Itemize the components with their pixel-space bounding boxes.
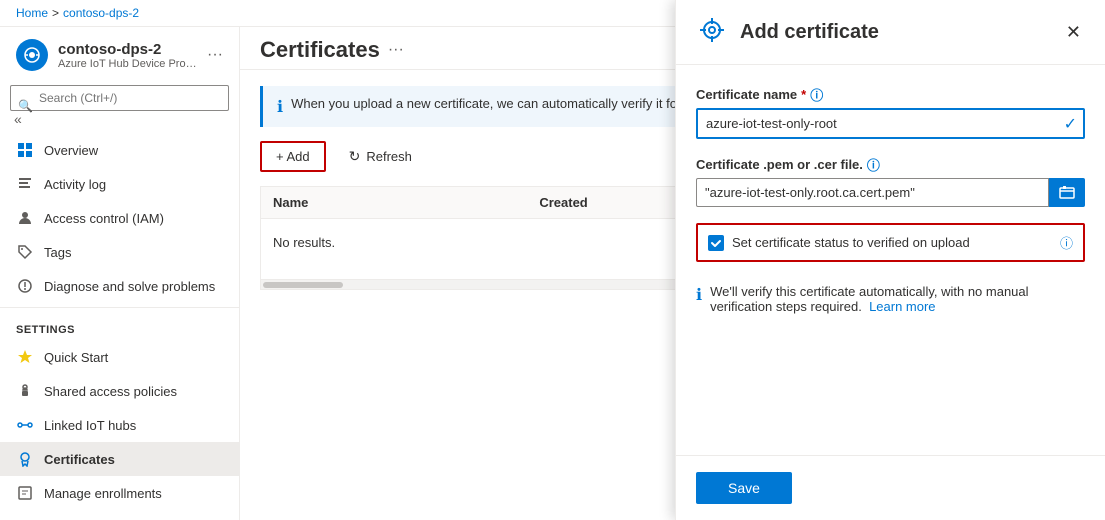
sidebar-item-label: Linked IoT hubs xyxy=(44,418,136,433)
sidebar-item-diagnose[interactable]: Diagnose and solve problems xyxy=(0,269,239,303)
cert-name-info-icon[interactable]: ⓘ xyxy=(810,85,823,104)
refresh-label: Refresh xyxy=(366,149,412,164)
cert-name-input-wrapper: ✓ xyxy=(696,108,1085,139)
linked-iot-icon xyxy=(16,416,34,434)
search-icon: 🔍 xyxy=(18,99,33,113)
panel-body: Certificate name * ⓘ ✓ Certificate .pem … xyxy=(676,65,1105,455)
sidebar-service-icon xyxy=(16,39,48,71)
sidebar-item-tags[interactable]: Tags xyxy=(0,235,239,269)
sidebar-item-manage-allocation[interactable]: Manage allocation policy xyxy=(0,510,239,520)
verify-info-icon: ℹ xyxy=(696,285,702,305)
diagnose-icon xyxy=(16,277,34,295)
tags-icon xyxy=(16,243,34,261)
sidebar-item-label: Tags xyxy=(44,245,71,260)
verify-info: ℹ We'll verify this certificate automati… xyxy=(696,276,1085,322)
sidebar-item-shared-access[interactable]: Shared access policies xyxy=(0,374,239,408)
overview-icon xyxy=(16,141,34,159)
scrollbar-thumb xyxy=(263,282,343,288)
sidebar-nav: Overview Activity log Access control (IA… xyxy=(0,133,239,520)
learn-more-link[interactable]: Learn more xyxy=(869,299,935,314)
verified-checkbox-info-icon[interactable]: ⓘ xyxy=(1060,233,1073,252)
sidebar-title: contoso-dps-2 xyxy=(58,41,197,58)
sidebar-item-access-control[interactable]: Access control (IAM) xyxy=(0,201,239,235)
cert-file-input[interactable] xyxy=(696,178,1049,207)
access-control-icon xyxy=(16,209,34,227)
sidebar-item-label: Access control (IAM) xyxy=(44,211,164,226)
panel-footer: Save xyxy=(676,455,1105,520)
verified-checkbox-label: Set certificate status to verified on up… xyxy=(732,235,1052,250)
settings-section-label: Settings xyxy=(0,312,239,340)
sidebar-item-label: Quick Start xyxy=(44,350,108,365)
sidebar-item-quick-start[interactable]: Quick Start xyxy=(0,340,239,374)
cert-file-browse-button[interactable] xyxy=(1049,178,1085,207)
sidebar-item-overview[interactable]: Overview xyxy=(0,133,239,167)
panel-header: Add certificate ✕ xyxy=(676,0,1105,65)
cert-name-label: Certificate name * ⓘ xyxy=(696,85,1085,104)
sidebar: contoso-dps-2 Azure IoT Hub Device Provi… xyxy=(0,27,240,520)
refresh-button[interactable]: ↻ Refresh xyxy=(334,141,427,172)
add-certificate-panel: Add certificate ✕ Certificate name * ⓘ ✓… xyxy=(675,0,1105,520)
sidebar-item-certificates[interactable]: Certificates xyxy=(0,442,239,476)
breadcrumb-separator: > xyxy=(52,6,59,20)
sidebar-divider xyxy=(0,307,239,308)
info-text: When you upload a new certificate, we ca… xyxy=(291,96,688,111)
verify-info-text: We'll verify this certificate automatica… xyxy=(710,284,1085,314)
add-button[interactable]: + Add xyxy=(260,141,326,172)
sidebar-item-label: Shared access policies xyxy=(44,384,177,399)
sidebar-item-label: Diagnose and solve problems xyxy=(44,279,215,294)
sidebar-item-label: Manage enrollments xyxy=(44,486,162,501)
col-name: Name xyxy=(273,195,539,210)
sidebar-item-label: Activity log xyxy=(44,177,106,192)
set-verified-checkbox-row[interactable]: Set certificate status to verified on up… xyxy=(696,223,1085,262)
sidebar-item-activity-log[interactable]: Activity log xyxy=(0,167,239,201)
sidebar-subtitle: Azure IoT Hub Device Provisioning Servic… xyxy=(58,58,197,70)
sidebar-item-label: Certificates xyxy=(44,452,115,467)
collapse-sidebar-button[interactable]: « xyxy=(10,111,26,127)
breadcrumb-home[interactable]: Home xyxy=(16,6,48,20)
required-indicator: * xyxy=(801,87,806,102)
sidebar-item-manage-enrollments[interactable]: Manage enrollments xyxy=(0,476,239,510)
verified-checkbox[interactable] xyxy=(708,235,724,251)
shared-access-icon xyxy=(16,382,34,400)
sidebar-more-button[interactable]: ··· xyxy=(207,46,223,64)
search-input[interactable] xyxy=(10,85,229,111)
breadcrumb-current[interactable]: contoso-dps-2 xyxy=(63,6,139,20)
page-title: Certificates xyxy=(260,37,380,63)
panel-close-button[interactable]: ✕ xyxy=(1062,18,1085,47)
cert-file-group: Certificate .pem or .cer file. ⓘ xyxy=(696,155,1085,207)
input-valid-icon: ✓ xyxy=(1064,114,1077,134)
sidebar-item-linked-iot[interactable]: Linked IoT hubs xyxy=(0,408,239,442)
manage-enrollments-icon xyxy=(16,484,34,502)
cert-file-info-icon[interactable]: ⓘ xyxy=(867,155,880,174)
cert-name-input[interactable] xyxy=(696,108,1085,139)
panel-header-icon xyxy=(696,16,728,48)
cert-name-group: Certificate name * ⓘ ✓ xyxy=(696,85,1085,139)
cert-file-label: Certificate .pem or .cer file. ⓘ xyxy=(696,155,1085,174)
search-container: 🔍 « xyxy=(0,79,239,133)
cert-file-input-wrapper xyxy=(696,178,1085,207)
panel-title: Add certificate xyxy=(740,21,1050,44)
info-icon: ℹ xyxy=(277,97,283,117)
refresh-icon: ↻ xyxy=(349,148,361,165)
quick-start-icon xyxy=(16,348,34,366)
sidebar-item-label: Overview xyxy=(44,143,98,158)
activity-log-icon xyxy=(16,175,34,193)
sidebar-title-block: contoso-dps-2 Azure IoT Hub Device Provi… xyxy=(58,41,197,70)
certificates-icon xyxy=(16,450,34,468)
save-button[interactable]: Save xyxy=(696,472,792,504)
page-more-button[interactable]: ··· xyxy=(388,41,404,59)
